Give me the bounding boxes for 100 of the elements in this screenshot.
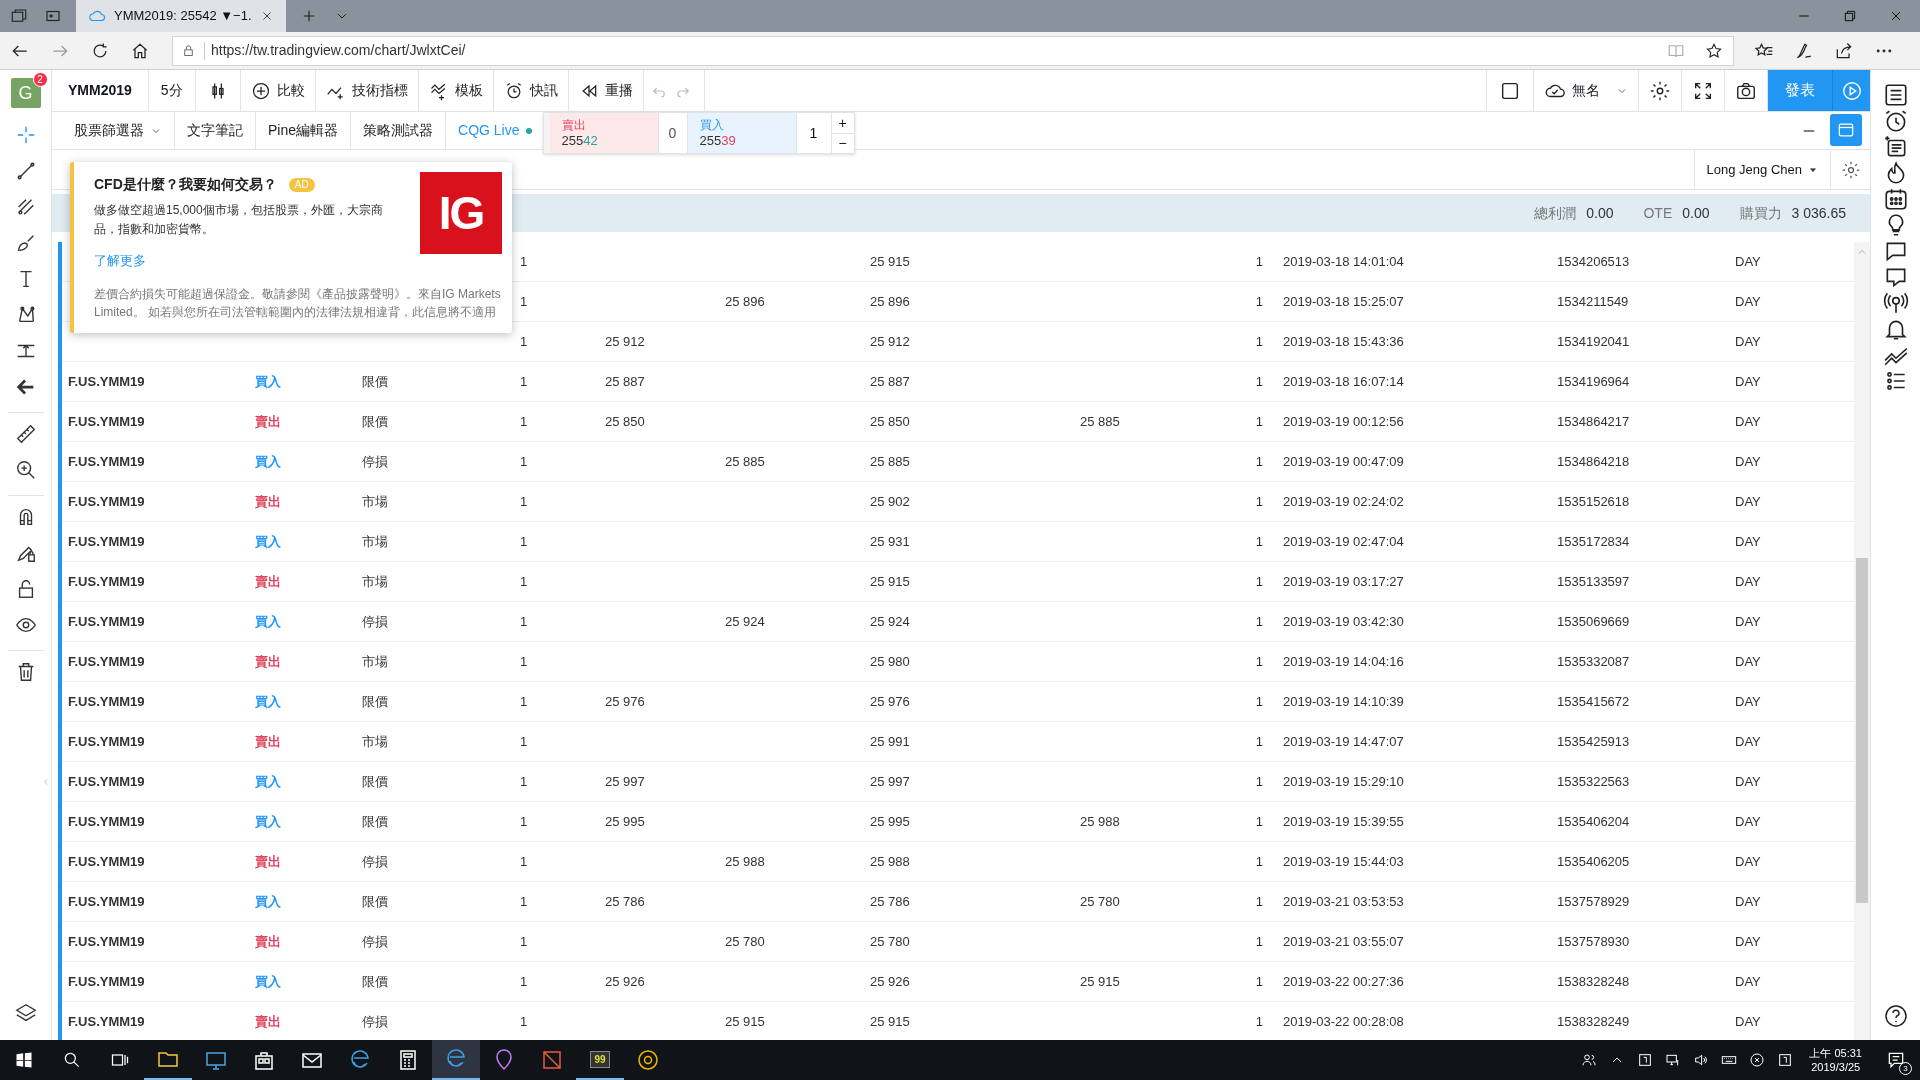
summary-value: 0.00: [1586, 203, 1614, 223]
panel-tab[interactable]: Pine編輯器: [256, 112, 352, 149]
toolbar-button[interactable]: 比較: [240, 70, 315, 111]
table-cell: 1: [520, 1013, 528, 1029]
ad-title: CFD是什麼？我要如何交易？: [94, 175, 277, 194]
table-cell: 限價: [362, 973, 388, 989]
table-cell: 25 887: [605, 373, 645, 389]
search-icon[interactable]: [62, 1050, 82, 1070]
table-cell: F.US.YMM19: [68, 453, 145, 469]
table-cell: 1535152618: [1557, 493, 1630, 509]
panel-tab[interactable]: 股票篩選器: [62, 112, 175, 149]
account-dropdown[interactable]: Long Jeng Chen: [1693, 150, 1830, 189]
table-cell: F.US.YMM19: [68, 973, 145, 989]
broadcast-icon[interactable]: [1882, 290, 1909, 316]
table-cell: F.US.YMM19: [68, 533, 145, 549]
browser-tab[interactable]: YMM2019: 25542 ▼−1.: [76, 0, 286, 32]
people-icon[interactable]: [1581, 1052, 1598, 1068]
toolbar-button[interactable]: 技術指標: [315, 70, 418, 111]
table-cell: 賣出: [255, 1013, 281, 1029]
toolbar-button[interactable]: 模板: [418, 70, 493, 111]
table-cell: F.US.YMM19: [68, 853, 145, 869]
table-cell: 1534211549: [1557, 293, 1629, 309]
table-cell: 1534864217: [1557, 413, 1630, 429]
spread-value: 0: [657, 113, 688, 153]
zoom-in-icon[interactable]: [14, 459, 37, 481]
table-cell: F.US.YMM19: [68, 573, 145, 589]
table-cell: 1: [520, 853, 528, 869]
table-cell: 停損: [362, 853, 388, 869]
panel-tab[interactable]: 策略測試器: [351, 112, 447, 149]
table-cell: 買入: [255, 693, 281, 709]
volume-icon[interactable]: [1693, 1052, 1710, 1068]
table-cell: F.US.YMM19: [68, 1013, 145, 1029]
table-cell: 1534196964: [1557, 373, 1630, 389]
layers-icon[interactable]: [14, 1002, 37, 1024]
list-icon[interactable]: [1882, 82, 1909, 108]
calendar-icon[interactable]: [1882, 186, 1909, 212]
table-cell: 1: [520, 933, 528, 949]
table-cell: 限價: [362, 773, 388, 789]
table-cell: 1: [1255, 253, 1263, 269]
play-button[interactable]: [1832, 70, 1870, 111]
scrollbar[interactable]: [1854, 242, 1870, 1040]
quantity-field[interactable]: 1: [795, 113, 832, 153]
app-icon-label[interactable]: 99: [590, 1050, 610, 1068]
tabs-icon[interactable]: [10, 7, 28, 25]
table-cell: DAY: [1735, 253, 1761, 269]
symbol-button[interactable]: YMM2019: [52, 80, 148, 101]
table-cell: 2019-03-19 15:29:10: [1283, 773, 1404, 789]
table-cell: F.US.YMM19: [68, 653, 145, 669]
table-cell: 1: [1255, 413, 1263, 429]
settings-icon[interactable]: [1840, 159, 1861, 180]
table-cell: 2019-03-19 14:47:07: [1283, 733, 1404, 749]
table-cell: 1: [520, 773, 528, 789]
clock-date[interactable]: 2019/3/25: [1811, 1060, 1861, 1074]
summary-value: 0.00: [1682, 203, 1710, 223]
table-cell: 2019-03-18 15:25:07: [1283, 293, 1404, 309]
table-cell: 2019-03-19 14:04:16: [1283, 653, 1404, 669]
table-cell: 25 850: [870, 413, 910, 429]
sell-button[interactable]: 賣出 25542: [549, 113, 658, 153]
table-cell: 1: [520, 533, 528, 549]
table-cell: 25 896: [870, 293, 910, 309]
summary-value: 3 036.65: [1791, 203, 1846, 223]
ruler-icon[interactable]: [14, 423, 37, 445]
table-cell: 2019-03-18 14:01:04: [1283, 253, 1404, 269]
toolbar-button[interactable]: 重播: [568, 70, 643, 111]
maximize-panel-button[interactable]: [1830, 114, 1862, 146]
table-cell: 賣出: [255, 493, 281, 509]
address-field[interactable]: https://tw.tradingview.com/chart/JwlxtCei/: [172, 35, 1734, 66]
interval-button[interactable]: 5分: [148, 80, 195, 101]
table-cell: 25 988: [870, 853, 910, 869]
decrease-button[interactable]: −: [831, 133, 854, 153]
layout-name-button[interactable]: 無名: [1534, 70, 1638, 111]
clock-time[interactable]: 上午 05:31: [1809, 1046, 1862, 1060]
increase-button[interactable]: +: [831, 113, 854, 134]
help-icon[interactable]: [1883, 1004, 1908, 1028]
table-cell: 1: [1255, 613, 1263, 629]
notification-icon[interactable]: [1886, 1050, 1906, 1070]
table-cell: 1: [1255, 853, 1263, 869]
table-cell: 賣出: [255, 933, 281, 949]
panel-tab[interactable]: 文字筆記: [175, 112, 256, 149]
table-cell: 25 786: [870, 893, 910, 909]
buy-button[interactable]: 買入 25539: [687, 113, 796, 153]
table-cell: DAY: [1735, 933, 1761, 949]
table-cell: F.US.YMM19: [68, 933, 145, 949]
table-cell: 1: [1255, 573, 1263, 589]
settings-icon[interactable]: [1649, 79, 1671, 102]
table-cell: 1535406205: [1557, 853, 1630, 869]
table-cell: DAY: [1735, 573, 1761, 589]
star-icon[interactable]: [1705, 41, 1723, 60]
table-cell: 25 931: [870, 533, 910, 549]
toolbar-button[interactable]: 快訊: [493, 70, 568, 111]
share-icon[interactable]: [1834, 40, 1854, 61]
restore-icon[interactable]: [1842, 8, 1858, 24]
x-circle-icon[interactable]: [1749, 1052, 1766, 1068]
table-cell: 25 976: [605, 693, 645, 709]
windows-start-icon[interactable]: [14, 1050, 34, 1070]
table-cell: 25 780: [870, 933, 910, 949]
table-cell: 2019-03-21 03:53:53: [1283, 893, 1404, 909]
table-cell: 2019-03-19 02:47:04: [1283, 533, 1404, 549]
table-cell: 2019-03-19 00:12:56: [1283, 413, 1404, 429]
notification-count: 3: [1899, 1062, 1912, 1075]
